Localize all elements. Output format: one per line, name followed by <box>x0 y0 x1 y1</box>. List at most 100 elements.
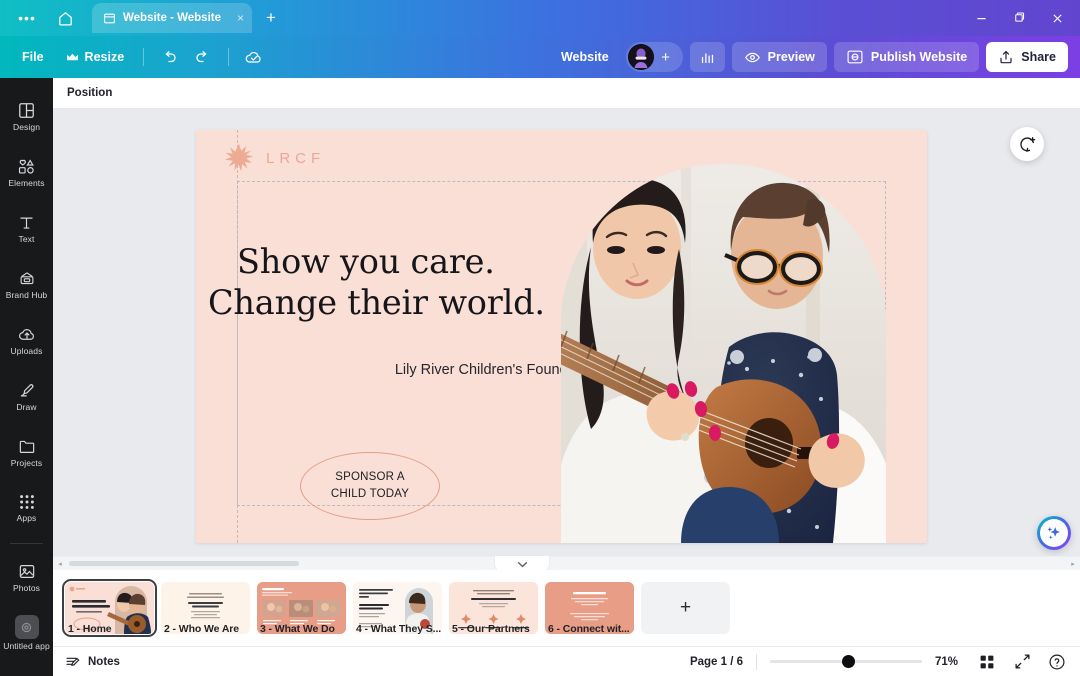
page-thumbnail-6[interactable]: 6 - Connect wit... <box>545 582 634 634</box>
design-icon <box>19 102 34 118</box>
sponsor-cta-button[interactable]: SPONSOR A CHILD TODAY <box>300 452 440 520</box>
insights-icon <box>701 52 713 63</box>
help-icon <box>1049 654 1065 669</box>
grid-view-icon <box>980 655 994 668</box>
help-button[interactable] <box>1046 651 1068 673</box>
collaborators-group[interactable]: + <box>625 42 683 72</box>
resize-button[interactable]: Resize <box>56 44 135 70</box>
browser-tab-website[interactable]: Website - Website × <box>92 3 252 33</box>
fullscreen-button[interactable] <box>1011 651 1033 673</box>
elements-icon <box>18 159 34 174</box>
page-thumbnail-1[interactable]: 1 - Home <box>62 579 157 637</box>
undo-icon <box>165 51 176 63</box>
scrollbar-thumb[interactable] <box>69 560 299 566</box>
fullscreen-icon <box>1014 654 1030 669</box>
doc-type-text: Website <box>560 50 609 64</box>
cta-line-2: CHILD TODAY <box>330 488 410 500</box>
left-sidebar-rail: Design Elements Text Brand Hub Uploads D… <box>0 78 53 676</box>
add-collaborator-button[interactable]: + <box>657 50 675 65</box>
redo-button[interactable] <box>187 42 219 72</box>
canvas-area[interactable]: LRCF Show you care. Change their world. … <box>53 109 1080 556</box>
page-thumbnail-label: 1 - Home <box>68 623 112 634</box>
file-menu-button[interactable]: File <box>12 44 54 70</box>
doc-type-label: Website <box>551 44 619 70</box>
page-thumbnail-4[interactable]: 4 - What They S... <box>353 582 442 634</box>
minimize-window-button[interactable] <box>962 4 1000 32</box>
resize-label: Resize <box>84 50 125 64</box>
magic-studio-button[interactable] <box>1037 516 1071 550</box>
share-label: Share <box>1021 50 1056 64</box>
chevron-down-icon <box>517 561 527 567</box>
browser-tab-title: Website - Website <box>123 12 221 24</box>
notes-icon <box>66 657 80 666</box>
scroll-right-icon[interactable]: ▸ <box>1066 560 1080 568</box>
sidebar-item-label: Elements <box>8 177 45 188</box>
sidebar-item-apps[interactable]: Apps <box>0 480 53 536</box>
maximize-window-button[interactable] <box>1000 4 1038 32</box>
app-toolbar: File Resize Website + Preview Publish We… <box>0 36 1080 78</box>
insights-button[interactable] <box>689 42 725 72</box>
sidebar-item-text[interactable]: Text <box>0 200 53 256</box>
position-button[interactable]: Position <box>67 87 112 99</box>
page-thumbnail-3[interactable]: 3 - What We Do <box>257 582 346 634</box>
status-divider <box>756 653 757 670</box>
sidebar-item-uploads[interactable]: Uploads <box>0 312 53 368</box>
new-tab-button[interactable]: + <box>256 3 286 33</box>
browser-menu-button[interactable]: ••• <box>10 3 44 33</box>
projects-icon <box>19 440 34 453</box>
close-tab-icon[interactable]: × <box>229 11 244 25</box>
sidebar-divider <box>10 543 43 544</box>
design-page-1[interactable]: LRCF Show you care. Change their world. … <box>196 130 927 543</box>
untitled-app-icon <box>14 615 39 640</box>
zoom-level-label[interactable]: 71% <box>935 656 963 668</box>
page-thumbnail-5[interactable]: 5 - Our Partners <box>449 582 538 634</box>
sidebar-item-draw[interactable]: Draw <box>0 368 53 424</box>
zoom-slider[interactable] <box>770 655 922 668</box>
grid-view-button[interactable] <box>976 651 998 673</box>
draw-icon <box>20 383 33 397</box>
avatar[interactable] <box>627 44 654 70</box>
notes-label: Notes <box>88 655 120 668</box>
sidebar-item-label: Uploads <box>10 345 43 356</box>
close-window-button[interactable] <box>1038 4 1076 32</box>
zoom-slider-handle[interactable] <box>842 655 855 668</box>
scroll-left-icon[interactable]: ◂ <box>53 560 67 568</box>
page-indicator: Page 1 / 6 <box>689 655 743 668</box>
share-upload-icon <box>1000 50 1012 64</box>
undo-button[interactable] <box>153 42 185 72</box>
sidebar-item-brand-hub[interactable]: Brand Hub <box>0 256 53 312</box>
context-toolbar: Position <box>53 78 1080 109</box>
preview-button[interactable]: Preview <box>731 42 827 72</box>
notes-button[interactable]: Notes <box>65 654 120 670</box>
cloud-saved-button[interactable] <box>238 42 270 72</box>
brand-logo-group[interactable]: LRCF <box>224 143 325 173</box>
scrollbar-track[interactable] <box>67 557 1066 571</box>
magic-studio-inner <box>1040 519 1068 547</box>
sidebar-item-label: Untitled app <box>3 641 50 652</box>
hero-photo[interactable] <box>561 151 886 543</box>
sidebar-item-photos[interactable]: Photos <box>0 549 53 605</box>
app-placeholder-icon <box>21 622 32 632</box>
sidebar-item-design[interactable]: Design <box>0 88 53 144</box>
page-thumbnails-strip[interactable]: 1 - Home 2 - Who We Are 3 - What We Do 4… <box>53 570 1080 646</box>
sidebar-item-projects[interactable]: Projects <box>0 424 53 480</box>
add-comment-button[interactable] <box>1010 127 1044 161</box>
toolbar-divider-1 <box>143 48 145 66</box>
publish-website-button[interactable]: Publish Website <box>833 42 980 72</box>
preview-label: Preview <box>767 50 815 64</box>
sidebar-item-elements[interactable]: Elements <box>0 144 53 200</box>
add-page-button[interactable]: + <box>641 582 730 634</box>
uploads-icon <box>18 328 34 340</box>
sidebar-item-untitled-app[interactable]: Untitled app <box>0 605 53 661</box>
publish-icon <box>847 50 863 64</box>
sidebar-item-label: Apps <box>16 513 37 524</box>
photos-icon <box>19 564 34 578</box>
page-thumbnail-2[interactable]: 2 - Who We Are <box>161 582 250 634</box>
sidebar-item-label: Photos <box>12 582 41 593</box>
status-bar: Notes Page 1 / 6 71% <box>53 646 1080 676</box>
home-button[interactable] <box>48 3 82 33</box>
eye-icon <box>744 52 760 62</box>
canvas-horizontal-scrollbar[interactable]: ◂ ▸ <box>53 556 1080 570</box>
crown-icon <box>66 53 78 60</box>
share-button[interactable]: Share <box>986 42 1068 72</box>
